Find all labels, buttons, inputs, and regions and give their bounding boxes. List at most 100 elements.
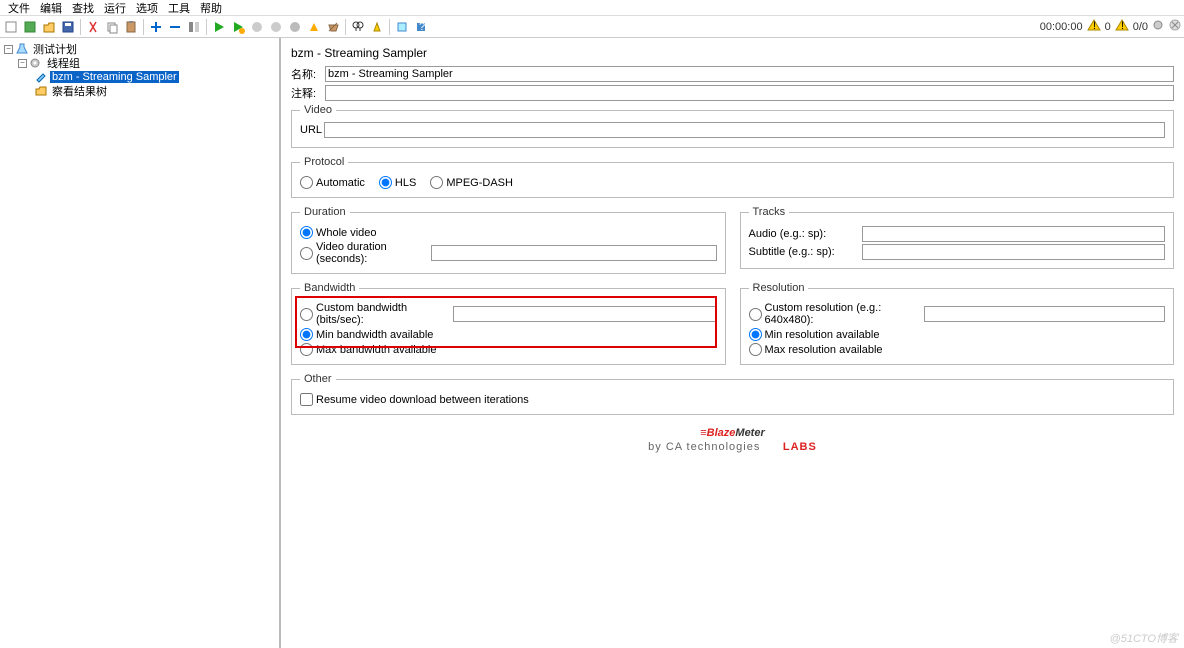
blazemeter-logo: ≡BlazeMeter by CA technologies LABS — [291, 423, 1174, 453]
thread-count: 0/0 — [1133, 21, 1148, 33]
duration-legend: Duration — [300, 206, 350, 218]
separator — [80, 19, 81, 35]
function-icon[interactable] — [393, 18, 411, 36]
separator — [345, 19, 346, 35]
toggle-icon[interactable]: − — [4, 45, 13, 54]
url-input[interactable] — [324, 122, 1165, 138]
start-icon[interactable] — [210, 18, 228, 36]
tree-threadgroup[interactable]: − 线程组 — [2, 56, 277, 70]
tree-sampler-label: bzm - Streaming Sampler — [50, 71, 179, 83]
other-legend: Other — [300, 373, 336, 385]
stop-all-icon[interactable] — [1168, 18, 1182, 35]
clear-icon[interactable] — [324, 18, 342, 36]
resolution-fieldset: Resolution Custom resolution (e.g.: 640x… — [740, 282, 1175, 365]
panel-title: bzm - Streaming Sampler — [291, 46, 1174, 60]
menu-search[interactable]: 查找 — [68, 0, 98, 16]
tree-threadgroup-label: 线程组 — [45, 55, 82, 71]
reset-search-icon[interactable] — [368, 18, 386, 36]
comment-input[interactable] — [325, 85, 1174, 101]
shutdown-icon[interactable] — [267, 18, 285, 36]
other-fieldset: Other Resume video download between iter… — [291, 373, 1174, 415]
menu-file[interactable]: 文件 — [4, 0, 34, 16]
name-input[interactable] — [325, 66, 1174, 82]
resume-checkbox[interactable]: Resume video download between iterations — [300, 393, 1165, 406]
cut-icon[interactable] — [84, 18, 102, 36]
bandwidth-max[interactable]: Max bandwidth available — [300, 343, 717, 356]
video-legend: Video — [300, 104, 336, 116]
run-time: 00:00:00 — [1040, 21, 1083, 33]
resolution-max[interactable]: Max resolution available — [749, 343, 1166, 356]
tracks-legend: Tracks — [749, 206, 790, 218]
menu-edit[interactable]: 编辑 — [36, 0, 66, 16]
paste-icon[interactable] — [122, 18, 140, 36]
svg-text:?: ? — [419, 21, 425, 33]
flask-icon — [15, 43, 29, 55]
tree-sampler[interactable]: bzm - Streaming Sampler — [2, 70, 277, 84]
menu-help[interactable]: 帮助 — [196, 0, 226, 16]
warn-count: 0 — [1105, 21, 1111, 33]
bandwidth-custom-input[interactable] — [453, 306, 717, 322]
resolution-min[interactable]: Min resolution available — [749, 328, 1166, 341]
menu-options[interactable]: 选项 — [132, 0, 162, 16]
menubar: 文件 编辑 查找 运行 选项 工具 帮助 — [0, 0, 1184, 16]
open-icon[interactable] — [40, 18, 58, 36]
main-body: − 测试计划 − 线程组 bzm - Streaming Sampler 察看结… — [0, 38, 1184, 648]
menu-tools[interactable]: 工具 — [164, 0, 194, 16]
protocol-fieldset: Protocol Automatic HLS MPEG-DASH — [291, 156, 1174, 198]
svg-text:!: ! — [1093, 20, 1096, 32]
resolution-custom[interactable]: Custom resolution (e.g.: 640x480): — [749, 302, 1166, 326]
duration-fieldset: Duration Whole video Video duration (sec… — [291, 206, 726, 274]
audio-input[interactable] — [862, 226, 1166, 242]
name-label: 名称: — [291, 66, 325, 82]
expand-icon[interactable] — [147, 18, 165, 36]
protocol-hls[interactable]: HLS — [379, 176, 416, 189]
watermark: @51CTO博客 — [1110, 630, 1178, 646]
separator — [143, 19, 144, 35]
toggle-icon[interactable]: − — [18, 59, 27, 68]
separator — [389, 19, 390, 35]
comment-label: 注释: — [291, 85, 325, 101]
bandwidth-custom[interactable]: Custom bandwidth (bits/sec): — [300, 302, 717, 326]
gear-icon — [29, 57, 43, 69]
toggle-icon[interactable] — [185, 18, 203, 36]
tree-root[interactable]: − 测试计划 — [2, 42, 277, 56]
error-icon[interactable]: ! — [1115, 18, 1129, 35]
resolution-legend: Resolution — [749, 282, 809, 294]
bandwidth-min[interactable]: Min bandwidth available — [300, 328, 717, 341]
new-icon[interactable] — [2, 18, 20, 36]
test-tree[interactable]: − 测试计划 − 线程组 bzm - Streaming Sampler 察看结… — [0, 38, 281, 648]
protocol-auto[interactable]: Automatic — [300, 176, 365, 189]
video-fieldset: Video URL — [291, 104, 1174, 148]
protocol-dash[interactable]: MPEG-DASH — [430, 176, 513, 189]
bandwidth-fieldset: Bandwidth Custom bandwidth (bits/sec): M… — [291, 282, 726, 365]
duration-seconds-input[interactable] — [431, 245, 717, 261]
menu-run[interactable]: 运行 — [100, 0, 130, 16]
templates-icon[interactable] — [21, 18, 39, 36]
config-panel: bzm - Streaming Sampler 名称: 注释: Video UR… — [281, 38, 1184, 648]
url-label: URL — [300, 124, 324, 136]
warning-icon[interactable]: ! — [1087, 18, 1101, 35]
folder-icon — [34, 85, 48, 97]
duration-seconds[interactable]: Video duration (seconds): — [300, 241, 717, 265]
collapse-icon[interactable] — [166, 18, 184, 36]
stop-icon[interactable] — [248, 18, 266, 36]
pipette-icon — [34, 71, 48, 83]
separator — [206, 19, 207, 35]
remote-stop-icon[interactable] — [305, 18, 323, 36]
resolution-custom-input[interactable] — [924, 306, 1165, 322]
subtitle-input[interactable] — [862, 244, 1166, 260]
tree-viewer-label: 察看结果树 — [50, 83, 109, 99]
start-notimers-icon[interactable] — [229, 18, 247, 36]
protocol-legend: Protocol — [300, 156, 348, 168]
toolbar: ? 00:00:00 ! 0 ! 0/0 — [0, 16, 1184, 38]
bandwidth-legend: Bandwidth — [300, 282, 359, 294]
save-icon[interactable] — [59, 18, 77, 36]
help-icon[interactable]: ? — [412, 18, 430, 36]
toolbar-status: 00:00:00 ! 0 ! 0/0 — [1040, 18, 1182, 35]
duration-whole[interactable]: Whole video — [300, 226, 717, 239]
search-icon[interactable] — [349, 18, 367, 36]
tree-viewer[interactable]: 察看结果树 — [2, 84, 277, 98]
subtitle-label: Subtitle (e.g.: sp): — [749, 246, 859, 258]
remote-start-icon[interactable] — [286, 18, 304, 36]
copy-icon[interactable] — [103, 18, 121, 36]
